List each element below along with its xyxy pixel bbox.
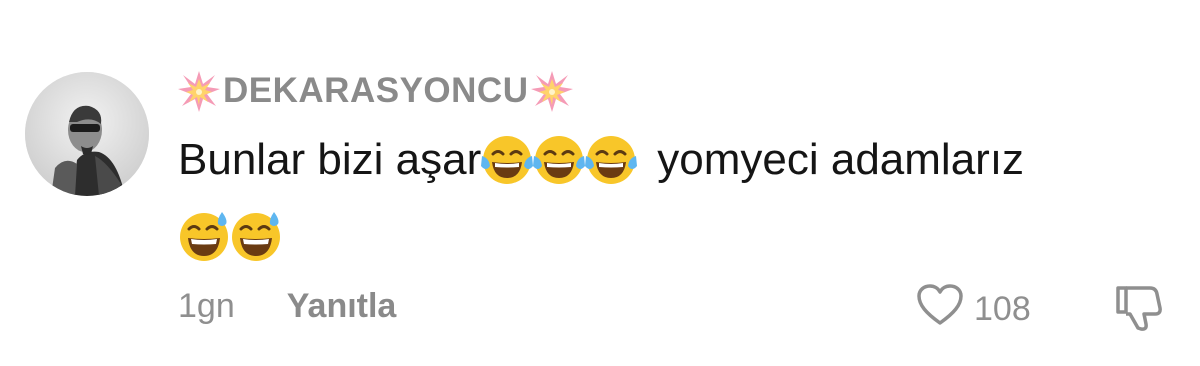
comment-line-2	[178, 198, 1178, 274]
comment-text-before-emojis: Bunlar bizi aşar	[178, 135, 482, 184]
dislike-button[interactable]	[1112, 284, 1164, 332]
avatar-photo	[25, 72, 149, 196]
face-with-tears-of-joy-emoji-icon	[583, 132, 639, 188]
face-with-tears-of-joy-emoji-icon	[479, 132, 535, 188]
comment-card: DEKARASYONCU Bunlar bizi aşar yomyeci ad…	[0, 0, 1200, 366]
face-with-tears-of-joy-emoji-icon	[531, 132, 587, 188]
reply-button[interactable]: Yanıtla	[287, 287, 397, 326]
like-count: 108	[974, 290, 1031, 328]
comment-text: Bunlar bizi aşar yomyeci adamlarız	[178, 122, 1178, 274]
comment-line-1: Bunlar bizi aşar yomyeci adamlarız	[178, 122, 1178, 198]
heart-outline-icon[interactable]	[916, 283, 964, 336]
username-row[interactable]: DEKARASYONCU	[177, 68, 574, 114]
thumbs-down-outline-icon[interactable]	[1112, 284, 1164, 332]
collision-emoji-icon	[177, 69, 221, 113]
username[interactable]: DEKARASYONCU	[223, 71, 528, 111]
grinning-face-with-sweat-emoji-icon	[228, 208, 284, 264]
collision-emoji-icon	[530, 69, 574, 113]
comment-text-after-emojis: yomyeci adamlarız	[657, 135, 1025, 184]
comment-time: 1gn	[178, 287, 235, 325]
avatar[interactable]	[25, 72, 149, 196]
comment-meta: 1gn Yanıtla	[178, 287, 396, 326]
grinning-face-with-sweat-emoji-icon	[176, 208, 232, 264]
like-button[interactable]: 108	[916, 283, 1031, 336]
